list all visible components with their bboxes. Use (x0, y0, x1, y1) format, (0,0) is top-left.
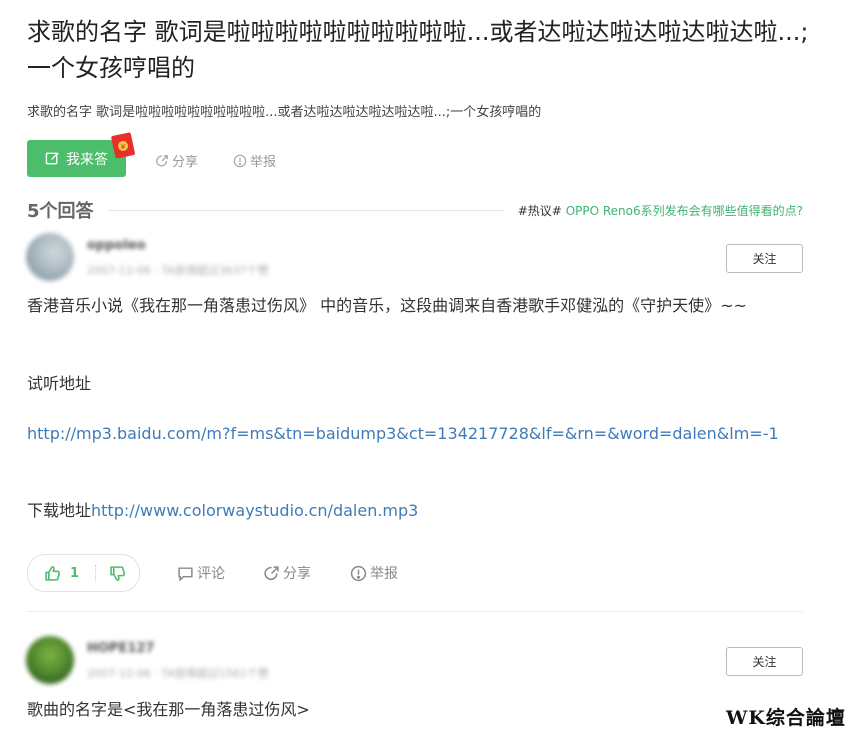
question-report[interactable]: 举报 (233, 151, 276, 170)
header-divider (107, 209, 504, 211)
hot-topic[interactable]: #热议# OPPO Reno6系列发布会有哪些值得看的点? (518, 202, 803, 219)
hot-topic-link[interactable]: OPPO Reno6系列发布会有哪些值得看的点? (566, 204, 803, 218)
vote-control: 1 (27, 554, 140, 592)
thumbs-down-icon (110, 565, 126, 581)
answer-paragraph: 下载地址http://www.colorwaystudio.cn/dalen.m… (27, 497, 418, 524)
download-label: 下载地址 (27, 501, 92, 520)
red-envelope-icon: ¥ (111, 132, 135, 158)
question-report-label: 举报 (250, 155, 277, 170)
answer-paragraph: 歌曲的名字是<我在那一角落患过伤风> (27, 700, 310, 719)
comment-icon (178, 566, 193, 582)
upvote-button[interactable]: 1 (44, 565, 79, 582)
thumbs-up-icon (45, 565, 61, 581)
svg-text:¥: ¥ (121, 143, 126, 151)
vote-divider (95, 565, 97, 581)
answer-meta: 2007-12-06 · TA获得超过1561个赞 (87, 667, 269, 680)
answer-count: 5个回答 (27, 201, 94, 222)
share-icon (156, 154, 168, 166)
warning-icon (233, 154, 247, 167)
edit-icon (45, 152, 59, 165)
downvote-button[interactable] (109, 565, 126, 582)
download-link[interactable]: http://www.colorwaystudio.cn/dalen.mp3 (91, 501, 418, 520)
follow-button[interactable]: 关注 (726, 647, 803, 676)
comment-label: 评论 (197, 566, 225, 582)
answers-header: 5个回答 #热议# OPPO Reno6系列发布会有哪些值得看的点? (27, 198, 803, 222)
question-share-label: 分享 (172, 155, 199, 170)
answer-divider (27, 611, 803, 612)
answer-report[interactable]: 举报 (350, 563, 398, 583)
user-name[interactable]: HOPE127 (87, 641, 154, 656)
answer-share-label: 分享 (283, 566, 311, 582)
answer-paragraph: 香港音乐小说《我在那一角落患过伤风》 中的音乐，这段曲调来自香港歌手邓健泓的《守… (27, 296, 747, 315)
comment-button[interactable]: 评论 (177, 563, 225, 583)
avatar[interactable] (26, 636, 74, 684)
share-icon (264, 565, 279, 580)
question-description: 求歌的名字 歌词是啦啦啦啦啦啦啦啦啦啦...或者达啦达啦达啦达啦达啦...;一个… (27, 105, 542, 120)
question-title: 求歌的名字 歌词是啦啦啦啦啦啦啦啦啦啦...或者达啦达啦达啦达啦达啦...;一个… (27, 18, 809, 82)
watermark: WK综合論壇 (726, 707, 846, 729)
hot-tag: #热议# (517, 203, 562, 218)
user-name[interactable]: oppoleo (87, 238, 146, 253)
answer-share[interactable]: 分享 (263, 563, 311, 583)
answer-meta: 2007-12-06 · TA获得超过3637个赞 (87, 264, 269, 277)
answer-report-label: 举报 (370, 566, 398, 582)
answer-button-label: 我来答 (66, 151, 108, 168)
follow-button[interactable]: 关注 (726, 244, 803, 273)
listen-link[interactable]: http://mp3.baidu.com/m?f=ms&tn=baidump3&… (27, 420, 807, 447)
question-share[interactable]: 分享 (155, 151, 198, 170)
like-count: 1 (70, 565, 80, 581)
avatar[interactable] (26, 233, 74, 281)
warning-icon (350, 565, 367, 581)
answer-paragraph: 试听地址 (27, 374, 92, 393)
